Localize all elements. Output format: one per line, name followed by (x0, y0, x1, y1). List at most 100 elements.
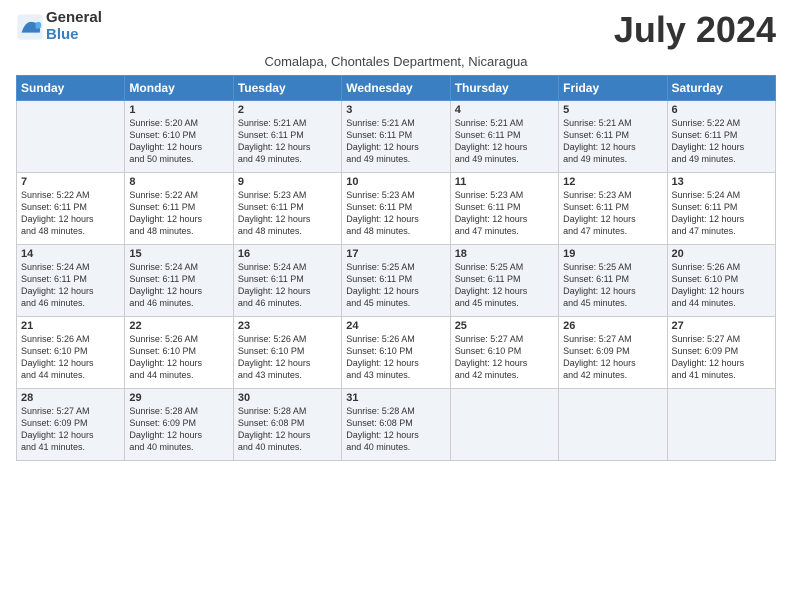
calendar-cell: 26Sunrise: 5:27 AM Sunset: 6:09 PM Dayli… (559, 316, 667, 388)
calendar-cell (17, 100, 125, 172)
calendar-cell: 31Sunrise: 5:28 AM Sunset: 6:08 PM Dayli… (342, 388, 450, 460)
day-content: Sunrise: 5:27 AM Sunset: 6:09 PM Dayligh… (563, 333, 662, 382)
calendar-cell: 5Sunrise: 5:21 AM Sunset: 6:11 PM Daylig… (559, 100, 667, 172)
calendar-cell: 7Sunrise: 5:22 AM Sunset: 6:11 PM Daylig… (17, 172, 125, 244)
day-number: 7 (21, 176, 120, 188)
day-content: Sunrise: 5:24 AM Sunset: 6:11 PM Dayligh… (238, 261, 337, 310)
calendar-cell: 1Sunrise: 5:20 AM Sunset: 6:10 PM Daylig… (125, 100, 233, 172)
calendar-cell: 10Sunrise: 5:23 AM Sunset: 6:11 PM Dayli… (342, 172, 450, 244)
day-content: Sunrise: 5:26 AM Sunset: 6:10 PM Dayligh… (21, 333, 120, 382)
calendar-week-1: 1Sunrise: 5:20 AM Sunset: 6:10 PM Daylig… (17, 100, 776, 172)
day-header-monday: Monday (125, 75, 233, 100)
calendar-cell (450, 388, 558, 460)
calendar-week-2: 7Sunrise: 5:22 AM Sunset: 6:11 PM Daylig… (17, 172, 776, 244)
day-content: Sunrise: 5:22 AM Sunset: 6:11 PM Dayligh… (129, 189, 228, 238)
day-content: Sunrise: 5:25 AM Sunset: 6:11 PM Dayligh… (563, 261, 662, 310)
logo-icon (16, 13, 44, 41)
calendar-cell (667, 388, 775, 460)
day-content: Sunrise: 5:23 AM Sunset: 6:11 PM Dayligh… (346, 189, 445, 238)
day-number: 19 (563, 248, 662, 260)
day-number: 18 (455, 248, 554, 260)
calendar-cell: 9Sunrise: 5:23 AM Sunset: 6:11 PM Daylig… (233, 172, 341, 244)
day-number: 4 (455, 104, 554, 116)
day-number: 2 (238, 104, 337, 116)
day-number: 26 (563, 320, 662, 332)
calendar-week-5: 28Sunrise: 5:27 AM Sunset: 6:09 PM Dayli… (17, 388, 776, 460)
title-block: July 2024 (614, 10, 776, 50)
day-number: 8 (129, 176, 228, 188)
calendar-cell: 25Sunrise: 5:27 AM Sunset: 6:10 PM Dayli… (450, 316, 558, 388)
day-content: Sunrise: 5:23 AM Sunset: 6:11 PM Dayligh… (455, 189, 554, 238)
day-content: Sunrise: 5:23 AM Sunset: 6:11 PM Dayligh… (563, 189, 662, 238)
day-number: 11 (455, 176, 554, 188)
day-number: 22 (129, 320, 228, 332)
month-year-title: July 2024 (614, 10, 776, 50)
calendar-week-4: 21Sunrise: 5:26 AM Sunset: 6:10 PM Dayli… (17, 316, 776, 388)
day-content: Sunrise: 5:21 AM Sunset: 6:11 PM Dayligh… (238, 117, 337, 166)
calendar-cell: 18Sunrise: 5:25 AM Sunset: 6:11 PM Dayli… (450, 244, 558, 316)
calendar-cell: 16Sunrise: 5:24 AM Sunset: 6:11 PM Dayli… (233, 244, 341, 316)
day-content: Sunrise: 5:25 AM Sunset: 6:11 PM Dayligh… (346, 261, 445, 310)
header: General Blue July 2024 (16, 10, 776, 50)
day-number: 27 (672, 320, 771, 332)
day-content: Sunrise: 5:21 AM Sunset: 6:11 PM Dayligh… (563, 117, 662, 166)
calendar-cell: 23Sunrise: 5:26 AM Sunset: 6:10 PM Dayli… (233, 316, 341, 388)
day-content: Sunrise: 5:24 AM Sunset: 6:11 PM Dayligh… (672, 189, 771, 238)
logo: General Blue (16, 10, 102, 43)
calendar-cell: 17Sunrise: 5:25 AM Sunset: 6:11 PM Dayli… (342, 244, 450, 316)
calendar-week-3: 14Sunrise: 5:24 AM Sunset: 6:11 PM Dayli… (17, 244, 776, 316)
day-content: Sunrise: 5:28 AM Sunset: 6:09 PM Dayligh… (129, 405, 228, 454)
header-row: SundayMondayTuesdayWednesdayThursdayFrid… (17, 75, 776, 100)
day-number: 1 (129, 104, 228, 116)
day-content: Sunrise: 5:27 AM Sunset: 6:10 PM Dayligh… (455, 333, 554, 382)
day-header-thursday: Thursday (450, 75, 558, 100)
calendar-cell: 27Sunrise: 5:27 AM Sunset: 6:09 PM Dayli… (667, 316, 775, 388)
day-content: Sunrise: 5:20 AM Sunset: 6:10 PM Dayligh… (129, 117, 228, 166)
day-header-friday: Friday (559, 75, 667, 100)
day-number: 25 (455, 320, 554, 332)
day-number: 29 (129, 392, 228, 404)
calendar-cell: 12Sunrise: 5:23 AM Sunset: 6:11 PM Dayli… (559, 172, 667, 244)
calendar-cell: 13Sunrise: 5:24 AM Sunset: 6:11 PM Dayli… (667, 172, 775, 244)
day-number: 15 (129, 248, 228, 260)
calendar-cell: 8Sunrise: 5:22 AM Sunset: 6:11 PM Daylig… (125, 172, 233, 244)
calendar-cell (559, 388, 667, 460)
day-number: 28 (21, 392, 120, 404)
day-header-sunday: Sunday (17, 75, 125, 100)
calendar-cell: 3Sunrise: 5:21 AM Sunset: 6:11 PM Daylig… (342, 100, 450, 172)
day-number: 14 (21, 248, 120, 260)
day-number: 3 (346, 104, 445, 116)
day-content: Sunrise: 5:22 AM Sunset: 6:11 PM Dayligh… (21, 189, 120, 238)
day-content: Sunrise: 5:28 AM Sunset: 6:08 PM Dayligh… (346, 405, 445, 454)
day-content: Sunrise: 5:26 AM Sunset: 6:10 PM Dayligh… (672, 261, 771, 310)
day-header-tuesday: Tuesday (233, 75, 341, 100)
day-number: 20 (672, 248, 771, 260)
calendar-cell: 6Sunrise: 5:22 AM Sunset: 6:11 PM Daylig… (667, 100, 775, 172)
day-number: 16 (238, 248, 337, 260)
calendar-cell: 24Sunrise: 5:26 AM Sunset: 6:10 PM Dayli… (342, 316, 450, 388)
day-content: Sunrise: 5:22 AM Sunset: 6:11 PM Dayligh… (672, 117, 771, 166)
calendar-cell: 22Sunrise: 5:26 AM Sunset: 6:10 PM Dayli… (125, 316, 233, 388)
day-number: 30 (238, 392, 337, 404)
day-number: 6 (672, 104, 771, 116)
day-content: Sunrise: 5:21 AM Sunset: 6:11 PM Dayligh… (346, 117, 445, 166)
location-subtitle: Comalapa, Chontales Department, Nicaragu… (16, 54, 776, 69)
day-number: 10 (346, 176, 445, 188)
day-number: 9 (238, 176, 337, 188)
day-header-saturday: Saturday (667, 75, 775, 100)
day-content: Sunrise: 5:24 AM Sunset: 6:11 PM Dayligh… (21, 261, 120, 310)
day-number: 21 (21, 320, 120, 332)
calendar-table: SundayMondayTuesdayWednesdayThursdayFrid… (16, 75, 776, 461)
page: General Blue July 2024 Comalapa, Chontal… (0, 0, 792, 471)
day-content: Sunrise: 5:26 AM Sunset: 6:10 PM Dayligh… (129, 333, 228, 382)
day-content: Sunrise: 5:28 AM Sunset: 6:08 PM Dayligh… (238, 405, 337, 454)
day-number: 31 (346, 392, 445, 404)
calendar-cell: 30Sunrise: 5:28 AM Sunset: 6:08 PM Dayli… (233, 388, 341, 460)
day-content: Sunrise: 5:25 AM Sunset: 6:11 PM Dayligh… (455, 261, 554, 310)
calendar-cell: 20Sunrise: 5:26 AM Sunset: 6:10 PM Dayli… (667, 244, 775, 316)
day-header-wednesday: Wednesday (342, 75, 450, 100)
calendar-cell: 2Sunrise: 5:21 AM Sunset: 6:11 PM Daylig… (233, 100, 341, 172)
day-number: 12 (563, 176, 662, 188)
day-number: 24 (346, 320, 445, 332)
calendar-cell: 28Sunrise: 5:27 AM Sunset: 6:09 PM Dayli… (17, 388, 125, 460)
